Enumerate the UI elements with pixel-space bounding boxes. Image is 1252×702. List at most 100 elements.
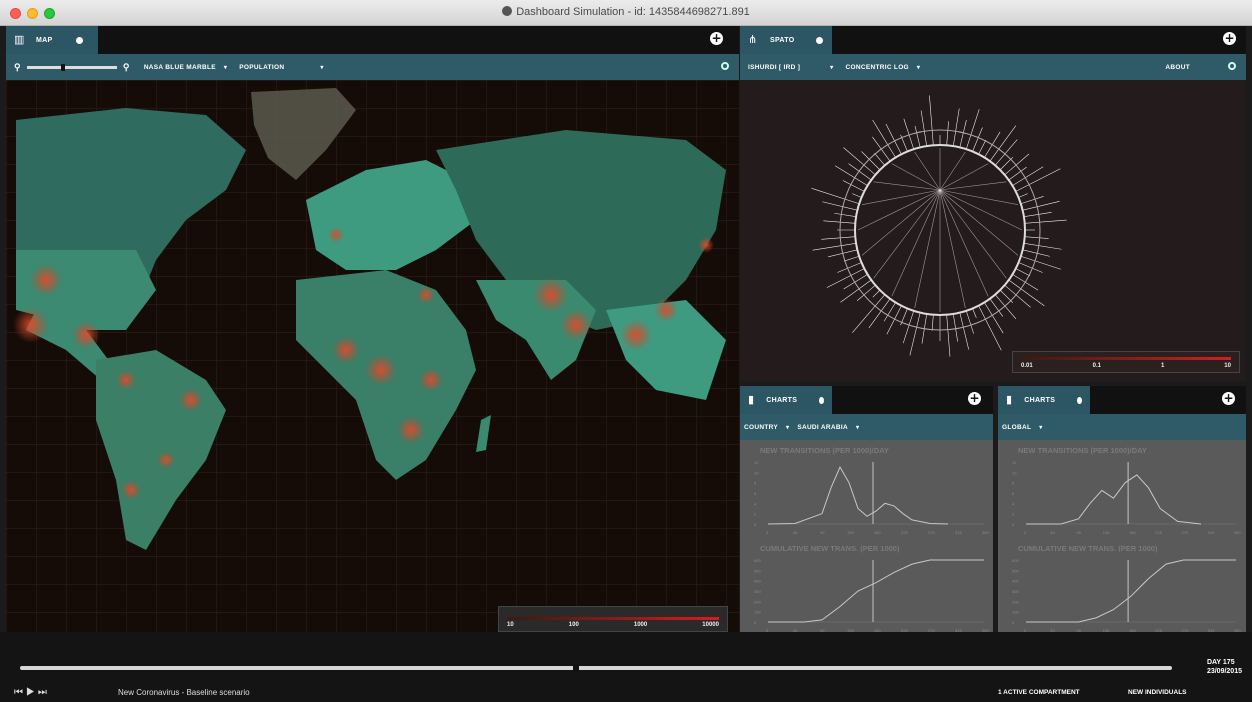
active-compartment-status[interactable]: 1 ACTIVE COMPARTMENT xyxy=(998,689,1080,696)
x-tick-label: 0 xyxy=(1024,530,1027,535)
about-link[interactable]: ABOUT xyxy=(1165,64,1190,71)
network-edge xyxy=(826,268,865,288)
x-tick-label: 270 xyxy=(928,530,935,535)
network-edge xyxy=(978,305,1002,351)
network-edge xyxy=(891,189,941,297)
add-panel-button[interactable]: + xyxy=(1222,392,1235,405)
add-panel-button[interactable]: + xyxy=(968,392,981,405)
chevron-down-icon: ▾ xyxy=(223,64,228,71)
new-transitions-chart[interactable]: 0 2 4 6 8 10 12 0 45 90 135 180 225 270 315 360 xyxy=(754,456,990,536)
chevron-down-icon: ▾ xyxy=(855,424,860,431)
skip-forward-icon[interactable]: ⏭ xyxy=(38,687,50,698)
map-toolbar: ⚲ ⚲ NASA BLUE MARBLE ▾ POPULATION ▾ xyxy=(6,54,739,80)
network-edge xyxy=(914,125,921,148)
layout-label: CONCENTRIC LOG xyxy=(845,63,909,71)
country-dropdown[interactable]: SAUDI ARABIA ▾ xyxy=(797,424,859,431)
x-tick-label: 225 xyxy=(1155,530,1162,535)
y-tick-label: 8 xyxy=(754,481,757,486)
scope-dropdown[interactable]: COUNTRY ▾ xyxy=(744,424,789,431)
skip-back-icon[interactable]: ⏮ xyxy=(14,687,26,698)
gear-icon[interactable] xyxy=(1077,396,1082,404)
play-icon[interactable]: ▶ xyxy=(26,687,38,698)
gear-icon[interactable] xyxy=(76,36,84,44)
gear-icon[interactable] xyxy=(816,36,824,44)
network-edge xyxy=(1023,243,1062,250)
series-line xyxy=(1026,474,1202,525)
legend-tick: 10000 xyxy=(702,622,719,628)
layer-dropdown[interactable]: POPULATION ▾ xyxy=(239,64,323,71)
y-tick-label: 0 xyxy=(754,620,757,625)
x-tick-label: 360 xyxy=(1234,530,1241,535)
chevron-down-icon: ▾ xyxy=(830,64,834,71)
basemap-dropdown[interactable]: NASA BLUE MARBLE ▾ xyxy=(144,64,227,71)
x-tick-label: 90 xyxy=(820,530,825,535)
y-tick-label: 300 xyxy=(754,589,761,594)
tab-charts-label: CHARTS xyxy=(1024,396,1056,404)
tab-spato[interactable]: ⋔ SPATO xyxy=(740,26,832,54)
cumulative-chart[interactable]: 01002003004005006000 45 90 135 180 225 270 315 3… xyxy=(1012,554,1242,634)
world-map[interactable]: 10 100 1000 10000 xyxy=(6,80,739,658)
network-edge xyxy=(843,274,868,290)
timeline-slider[interactable] xyxy=(20,664,1172,672)
concentric-network[interactable] xyxy=(740,80,1246,381)
spato-legend-gradient xyxy=(1021,357,1231,360)
y-tick-label: 200 xyxy=(754,599,761,604)
series-line xyxy=(768,559,984,623)
legend-tick: 0.01 xyxy=(1021,363,1033,369)
x-tick-label: 135 xyxy=(847,530,854,535)
network-edge xyxy=(834,165,868,186)
zoom-slider[interactable] xyxy=(26,63,117,71)
network-edge xyxy=(939,181,1007,191)
cumulative-chart[interactable]: 01002003004005006000 45 90 135 180 225 270 315 3… xyxy=(754,554,990,634)
y-tick-label: 4 xyxy=(1012,501,1015,506)
add-panel-button[interactable]: + xyxy=(1223,32,1236,45)
y-tick-label: 2 xyxy=(1012,512,1015,517)
tab-map[interactable]: ▥ MAP xyxy=(6,26,98,54)
network-edge xyxy=(972,127,983,152)
zoom-in-icon[interactable]: ⚲ xyxy=(123,62,130,73)
network-edge xyxy=(1023,212,1052,217)
x-tick-label: 135 xyxy=(1103,530,1110,535)
tab-charts[interactable]: ▮ CHARTS xyxy=(998,386,1090,414)
x-tick-label: 315 xyxy=(1208,530,1215,535)
charts-body: NEW TRANSITIONS (PER 1000)/DAY 0 2 4 6 8 10 12… xyxy=(740,440,993,638)
network-edge xyxy=(822,201,858,211)
add-panel-button[interactable]: + xyxy=(710,32,723,45)
network-edge xyxy=(914,151,941,191)
playback-bar: DAY 175 23/09/2015 ⏮▶⏭ New Coronavirus -… xyxy=(0,632,1252,702)
settings-icon[interactable] xyxy=(1228,62,1236,70)
y-tick-label: 6 xyxy=(1012,491,1015,496)
settings-icon[interactable] xyxy=(721,62,729,70)
tab-spato-label: SPATO xyxy=(770,36,795,44)
network-edge xyxy=(1020,255,1061,270)
gear-icon[interactable] xyxy=(819,396,824,404)
scope-dropdown[interactable]: GLOBAL ▾ xyxy=(1002,424,1043,431)
y-tick-label: 2 xyxy=(754,512,757,517)
new-transitions-chart[interactable]: 0 2 4 6 8 10 12 0 45 90 135 180 225 270 315 360 xyxy=(1012,456,1242,536)
x-tick-label: 45 xyxy=(1050,530,1055,535)
x-tick-label: 180 xyxy=(874,530,881,535)
network-edge xyxy=(821,236,856,240)
y-tick-label: 10 xyxy=(1012,470,1017,475)
chart-title: CUMULATIVE NEW TRANS. (PER 1000) xyxy=(1018,544,1158,553)
network-edge xyxy=(939,163,989,191)
timeline-knob[interactable] xyxy=(572,664,579,672)
layout-dropdown[interactable]: CONCENTRIC LOG ▾ xyxy=(845,64,920,71)
zoom-out-icon[interactable]: ⚲ xyxy=(14,62,21,73)
network-edge xyxy=(953,108,960,147)
zoom-slider-knob[interactable] xyxy=(60,63,65,71)
new-individuals-status[interactable]: NEW INDIVIDUALS xyxy=(1128,689,1187,696)
x-tick-label: 0 xyxy=(766,530,769,535)
layer-label: POPULATION xyxy=(239,63,285,71)
x-tick-label: 90 xyxy=(1077,530,1082,535)
node-dropdown[interactable]: ISHURDI [ IRD ] ▾ xyxy=(748,64,833,71)
bar-chart-icon: ▮ xyxy=(748,394,755,406)
network-edge xyxy=(834,212,857,217)
y-tick-label: 600 xyxy=(1012,558,1019,563)
legend-tick: 100 xyxy=(568,622,579,628)
tab-charts[interactable]: ▮ CHARTS xyxy=(740,386,832,414)
legend-tick: 10 xyxy=(1224,363,1231,369)
legend-tick: 1000 xyxy=(633,622,648,628)
basemap-label: NASA BLUE MARBLE xyxy=(143,63,216,71)
series-line xyxy=(767,466,949,525)
